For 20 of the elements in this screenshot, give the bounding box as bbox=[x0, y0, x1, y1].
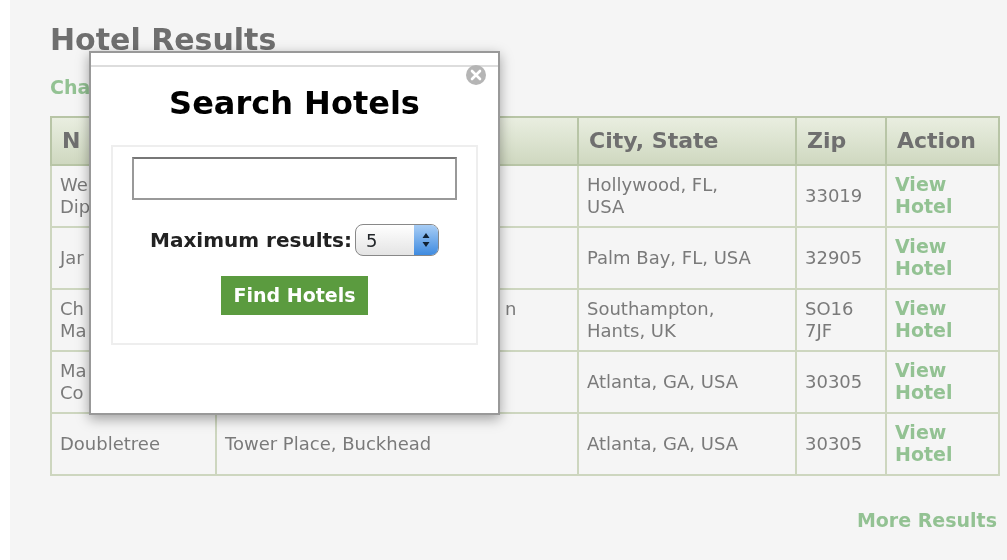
column-header: Action bbox=[886, 116, 999, 165]
updown-arrows-icon bbox=[421, 232, 430, 248]
table-cell: 30305 bbox=[796, 412, 886, 475]
column-header: City, State bbox=[578, 116, 796, 165]
table-cell: Atlanta, GA, USA bbox=[578, 350, 796, 413]
page-title: Hotel Results bbox=[50, 21, 278, 59]
table-cell: 30305 bbox=[796, 350, 886, 413]
table-cell: Southampton, Hants, UK bbox=[578, 288, 796, 351]
table-cell: 32905 bbox=[796, 226, 886, 289]
find-hotels-button[interactable]: Find Hotels bbox=[220, 276, 369, 315]
search-field[interactable] bbox=[132, 157, 457, 200]
more-results-link[interactable]: More Results bbox=[856, 508, 997, 531]
table-cell: Atlanta, GA, USA bbox=[578, 412, 796, 475]
table-cell: SO16 7JF bbox=[796, 288, 886, 351]
table-cell: Hollywood, FL, USA bbox=[578, 164, 796, 227]
table-cell: 33019 bbox=[796, 164, 886, 227]
table-cell: Palm Bay, FL, USA bbox=[578, 226, 796, 289]
column-header: Zip bbox=[796, 116, 886, 165]
max-results-select[interactable]: 5 bbox=[354, 224, 439, 256]
change-link[interactable]: Cha bbox=[50, 76, 91, 98]
